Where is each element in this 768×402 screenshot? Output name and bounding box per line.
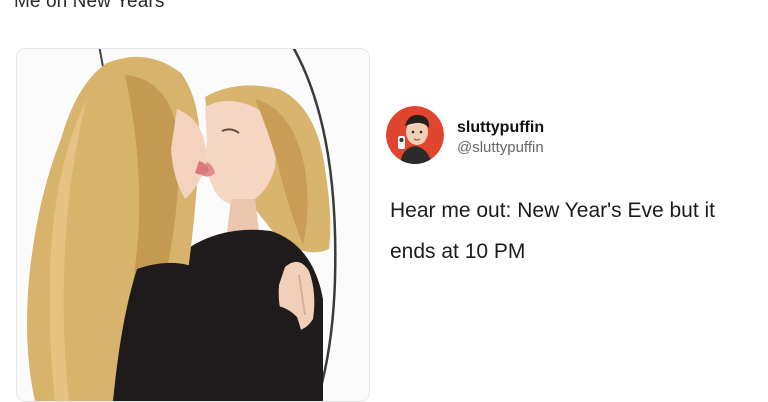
avatar[interactable] bbox=[386, 106, 444, 164]
tweet-display-name[interactable]: sluttypuffin bbox=[457, 119, 544, 137]
meme-caption: Me on New Years bbox=[14, 0, 165, 12]
cartoon-person-avatar-icon bbox=[386, 106, 444, 164]
tweet-handle[interactable]: @sluttypuffin bbox=[457, 139, 544, 156]
meme-illustration bbox=[16, 48, 370, 402]
woman-kissing-mirror-illustration bbox=[17, 49, 369, 401]
tweet-text: Hear me out: New Year's Eve but it ends … bbox=[390, 199, 716, 263]
